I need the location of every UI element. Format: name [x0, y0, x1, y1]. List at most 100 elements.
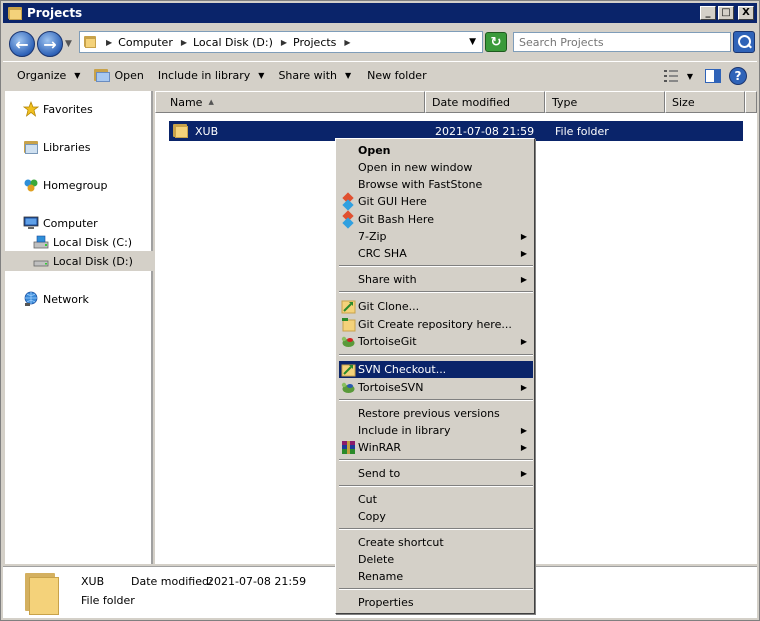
computer-icon: [23, 215, 39, 231]
submenu-arrow-icon: ▶: [520, 249, 527, 258]
column-size[interactable]: Size: [665, 91, 745, 113]
new-folder-button[interactable]: New folder: [367, 69, 426, 82]
menu-separator: [339, 485, 533, 487]
nav-favorites[interactable]: Favorites: [22, 101, 93, 117]
nav-homegroup[interactable]: Homegroup: [23, 177, 107, 193]
title-bar[interactable]: Projects _ □ X: [3, 3, 757, 23]
navigation-pane: Favorites Libraries Homegroup Computer L…: [5, 91, 153, 564]
menu-separator: [339, 528, 533, 530]
menu-rename[interactable]: Rename: [339, 568, 533, 585]
menu-browse-faststone[interactable]: Browse with FastStone: [339, 176, 533, 193]
column-filler: [745, 91, 757, 113]
file-date: 2021-07-08 21:59: [435, 124, 535, 138]
column-name[interactable]: Name ▲: [155, 91, 425, 113]
breadcrumb-projects[interactable]: ▶ Projects ▶: [273, 36, 357, 49]
menu-git-gui[interactable]: Git GUI Here: [339, 192, 533, 211]
breadcrumb-local-disk-d[interactable]: ▶ Local Disk (D:): [173, 36, 273, 49]
nav-local-disk-d[interactable]: Local Disk (D:): [5, 251, 153, 271]
menu-properties[interactable]: Properties: [339, 594, 533, 611]
column-type[interactable]: Type: [545, 91, 665, 113]
close-button[interactable]: X: [738, 6, 754, 20]
refresh-button[interactable]: ↻: [485, 32, 507, 52]
back-button[interactable]: ←: [9, 31, 35, 57]
column-date-modified[interactable]: Date modified: [425, 91, 545, 113]
drive-icon: [33, 253, 49, 269]
open-folder-icon: [94, 69, 111, 82]
git-repo-icon: [341, 317, 356, 332]
address-dropdown-icon[interactable]: ▼: [469, 37, 476, 47]
arrow-right-icon: →: [43, 34, 57, 54]
menu-svn-checkout[interactable]: SVN Checkout...: [339, 361, 533, 378]
menu-git-bash[interactable]: Git Bash Here: [339, 210, 533, 229]
star-icon: [22, 101, 40, 117]
menu-separator: [339, 354, 533, 356]
file-type: File folder: [555, 124, 609, 138]
menu-include-in-library[interactable]: Include in library ▶: [339, 422, 533, 439]
chevron-down-icon: ▼: [258, 71, 265, 80]
menu-create-shortcut[interactable]: Create shortcut: [339, 534, 533, 551]
menu-tortoisegit[interactable]: TortoiseGit ▶: [339, 333, 533, 350]
chevron-right-icon: ▶: [180, 37, 187, 47]
refresh-icon: ↻: [490, 34, 502, 50]
arrow-left-icon: ←: [15, 34, 29, 54]
details-type: File folder: [81, 594, 135, 607]
tortoisegit-icon: [341, 334, 356, 349]
menu-separator: [339, 265, 533, 267]
share-with-button[interactable]: Share with ▼: [278, 69, 351, 82]
submenu-arrow-icon: ▶: [520, 232, 527, 241]
explorer-window: Projects _ □ X ← → ▼ ▶ Computer ▶ Local …: [0, 0, 760, 621]
chevron-right-icon: ▶: [280, 37, 288, 47]
chevron-down-icon: ▼: [345, 71, 352, 80]
address-bar[interactable]: ▶ Computer ▶ Local Disk (D:) ▶ Projects …: [79, 31, 483, 53]
maximize-button[interactable]: □: [718, 6, 734, 20]
nav-local-disk-c[interactable]: Local Disk (C:): [33, 234, 132, 250]
column-header: Name ▲ Date modified Type Size: [155, 91, 757, 113]
details-name: XUB: [81, 575, 105, 588]
submenu-arrow-icon: ▶: [520, 443, 527, 452]
nav-libraries[interactable]: Libraries: [23, 139, 91, 155]
menu-crc-sha[interactable]: CRC SHA ▶: [339, 245, 533, 262]
menu-git-clone[interactable]: Git Clone...: [339, 298, 533, 315]
view-dropdown-icon[interactable]: ▼: [687, 72, 693, 81]
menu-delete[interactable]: Delete: [339, 551, 533, 568]
menu-share-with[interactable]: Share with ▶: [339, 271, 533, 288]
menu-open-new-window[interactable]: Open in new window: [339, 159, 533, 176]
help-icon[interactable]: ?: [729, 67, 747, 85]
details-date-value: 2021-07-08 21:59: [207, 575, 307, 588]
menu-separator: [339, 399, 533, 401]
search-input[interactable]: [513, 32, 731, 52]
menu-restore-previous-versions[interactable]: Restore previous versions: [339, 405, 533, 422]
view-controls: ▼ ?: [663, 67, 747, 85]
menu-tortoisesvn[interactable]: TortoiseSVN ▶: [339, 379, 533, 396]
menu-separator: [339, 459, 533, 461]
submenu-arrow-icon: ▶: [520, 337, 527, 346]
search-icon[interactable]: [733, 31, 755, 53]
menu-send-to[interactable]: Send to ▶: [339, 465, 533, 482]
folder-icon: [25, 573, 63, 615]
include-in-library-button[interactable]: Include in library ▼: [158, 69, 265, 82]
minimize-button[interactable]: _: [700, 6, 716, 20]
git-icon: [341, 210, 356, 229]
open-button[interactable]: Open: [94, 69, 144, 82]
menu-open[interactable]: Open: [339, 142, 533, 159]
submenu-arrow-icon: ▶: [520, 426, 527, 435]
preview-pane-icon[interactable]: [705, 69, 721, 83]
menu-7zip[interactable]: 7-Zip ▶: [339, 228, 533, 245]
folder-icon: [173, 124, 189, 138]
homegroup-icon: [23, 177, 39, 193]
chevron-down-icon: ▼: [74, 71, 81, 80]
breadcrumb-computer[interactable]: ▶ Computer: [98, 36, 173, 49]
forward-button[interactable]: →: [37, 31, 63, 57]
recent-pages-dropdown[interactable]: ▼: [65, 39, 72, 49]
git-clone-icon: [341, 299, 356, 314]
menu-winrar[interactable]: WinRAR ▶: [339, 439, 533, 456]
menu-cut[interactable]: Cut: [339, 491, 533, 508]
svn-checkout-icon: [341, 362, 356, 377]
menu-copy[interactable]: Copy: [339, 508, 533, 525]
nav-computer[interactable]: Computer: [23, 215, 98, 231]
view-options-icon[interactable]: [663, 69, 679, 83]
submenu-arrow-icon: ▶: [520, 469, 527, 478]
organize-button[interactable]: Organize ▼: [17, 69, 80, 82]
menu-git-create-repo[interactable]: Git Create repository here...: [339, 316, 533, 333]
nav-network[interactable]: Network: [23, 291, 89, 307]
